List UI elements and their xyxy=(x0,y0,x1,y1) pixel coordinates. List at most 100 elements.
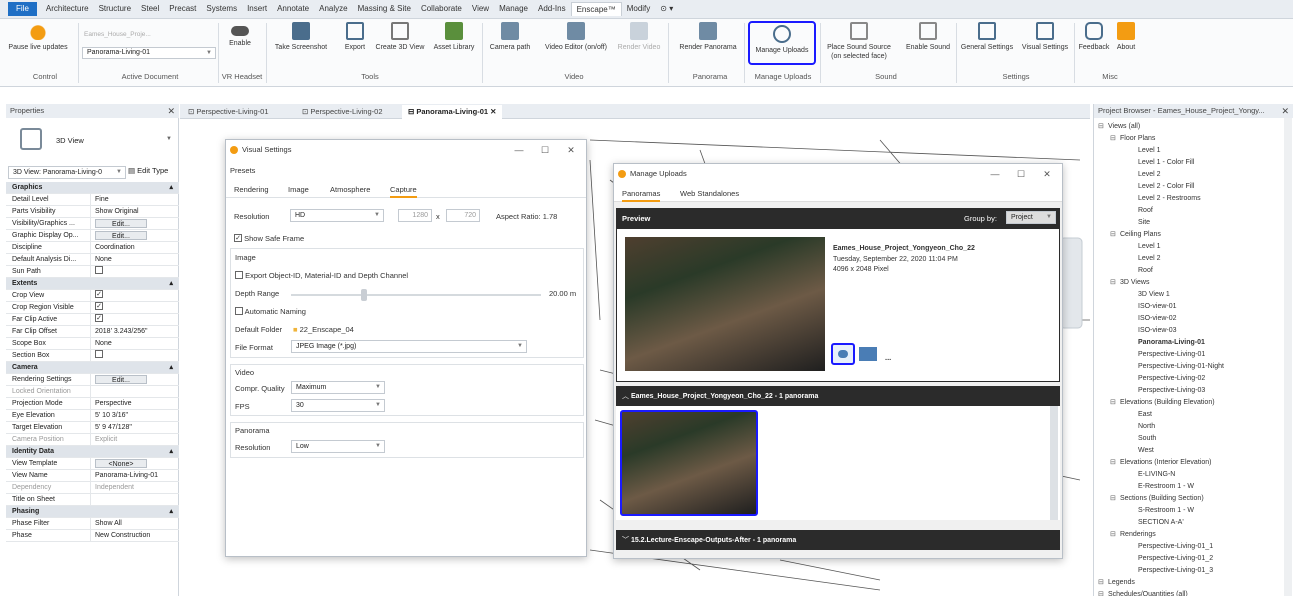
tree-node[interactable]: West xyxy=(1138,446,1154,456)
collapse-icon[interactable]: ▴ xyxy=(169,446,173,458)
tree-node[interactable]: E-LIVING-N xyxy=(1138,470,1175,480)
close-icon[interactable]: ✕ xyxy=(167,104,175,118)
property-value[interactable]: 5' 9 47/128" xyxy=(90,422,175,433)
group-header-1[interactable]: ︿ Eames_House_Project_Yongyeon_Cho_22 - … xyxy=(616,386,1060,406)
tree-node[interactable]: South xyxy=(1138,434,1156,444)
tree-node[interactable]: Perspective-Living-02 xyxy=(1138,374,1205,384)
property-value[interactable]: None xyxy=(90,338,175,349)
maximize-button[interactable]: ☐ xyxy=(1014,168,1028,180)
property-value[interactable]: Show All xyxy=(90,518,175,529)
property-value[interactable]: Show Original xyxy=(90,206,175,217)
tree-node[interactable]: E-Restroom 1 - W xyxy=(1138,482,1194,492)
checkbox-icon[interactable] xyxy=(95,266,103,275)
collapse-icon[interactable]: ▴ xyxy=(169,182,173,194)
tree-node[interactable]: Level 2 xyxy=(1138,170,1161,180)
menu-tab[interactable]: Collaborate xyxy=(416,2,467,16)
tree-node[interactable]: SECTION A-A' xyxy=(1138,518,1184,528)
property-value[interactable]: Edit... xyxy=(90,218,175,229)
tree-node[interactable]: Elevations (Building Elevation) xyxy=(1120,398,1215,408)
pano-resolution-select[interactable]: Low ▼ xyxy=(291,440,385,453)
tree-node[interactable]: Views (all) xyxy=(1108,122,1140,132)
property-value[interactable]: Independent xyxy=(90,482,175,493)
vr-enable-button[interactable]: Enable xyxy=(222,22,258,48)
menu-tab[interactable]: Modify xyxy=(622,2,656,16)
property-value[interactable]: Coordination xyxy=(90,242,175,253)
tree-node[interactable]: Ceiling Plans xyxy=(1120,230,1161,240)
tree-node[interactable]: Sections (Building Section) xyxy=(1120,494,1204,504)
show-safe-frame-checkbox[interactable]: Show Safe Frame xyxy=(234,234,304,243)
default-folder-button[interactable]: ■ 22_Enscape_04 xyxy=(293,325,354,334)
tree-toggle-icon[interactable]: ⊟ xyxy=(1098,122,1104,130)
depth-range-slider[interactable] xyxy=(291,294,541,296)
edit-button[interactable]: Edit... xyxy=(95,375,147,384)
tree-node[interactable]: Perspective-Living-01 xyxy=(1138,350,1205,360)
menu-tab[interactable]: Manage xyxy=(494,2,533,16)
close-icon[interactable]: ✕ xyxy=(490,107,496,116)
scrollbar[interactable] xyxy=(1284,118,1292,596)
property-value[interactable] xyxy=(90,290,175,301)
tree-node[interactable]: Perspective-Living-01_3 xyxy=(1138,566,1213,576)
edit-type-button[interactable]: ▤ Edit Type xyxy=(128,166,168,175)
menu-tab[interactable]: Architecture xyxy=(41,2,94,16)
feedback-button[interactable]: Feedback xyxy=(1076,22,1112,52)
tab-image[interactable]: Image xyxy=(288,185,309,194)
render-video-button[interactable]: Render Video xyxy=(616,22,662,52)
edit-button[interactable]: <None> xyxy=(95,459,147,468)
tree-node[interactable]: Legends xyxy=(1108,578,1135,588)
property-value[interactable]: Explicit xyxy=(90,434,175,445)
collapse-group-1[interactable]: ︿ Eames_House_Project_Yongyeon_Cho_22 - … xyxy=(622,391,818,401)
tab-rendering[interactable]: Rendering xyxy=(234,185,269,194)
property-value[interactable]: None xyxy=(90,254,175,265)
close-button[interactable]: ✕ xyxy=(1040,168,1054,180)
panorama-thumbnail[interactable] xyxy=(620,410,758,516)
compr-quality-select[interactable]: Maximum ▼ xyxy=(291,381,385,394)
height-input[interactable]: 720 xyxy=(446,209,480,222)
place-sound-source-button[interactable]: Place Sound Source (on selected face) xyxy=(822,22,896,61)
checkbox-checked-icon[interactable] xyxy=(95,314,103,323)
video-editor-button[interactable]: Video Editor (on/off) xyxy=(538,22,614,52)
tree-toggle-icon[interactable]: ⊟ xyxy=(1098,578,1104,586)
property-section[interactable]: Identity Data ▴ xyxy=(6,446,179,458)
menu-tab[interactable]: View xyxy=(467,2,494,16)
checkbox-icon[interactable] xyxy=(95,350,103,359)
property-value[interactable]: 2018' 3.243/256" xyxy=(90,326,175,337)
property-value[interactable]: Edit... xyxy=(90,230,175,241)
navigation-bar[interactable] xyxy=(1059,237,1083,329)
property-value[interactable]: New Construction xyxy=(90,530,175,541)
tree-node[interactable]: ISO-view-02 xyxy=(1138,314,1177,324)
create-3d-view-button[interactable]: Create 3D View xyxy=(372,22,428,52)
active-document-select[interactable]: Panorama-Living-01 ▼ xyxy=(82,47,216,59)
tree-node[interactable]: Perspective-Living-01_1 xyxy=(1138,542,1213,552)
menu-tab[interactable]: Massing & Site xyxy=(353,2,416,16)
tree-node[interactable]: Renderings xyxy=(1120,530,1156,540)
file-format-select[interactable]: JPEG Image (*.jpg) ▼ xyxy=(291,340,527,353)
menu-tab[interactable]: Systems xyxy=(201,2,242,16)
tree-node[interactable]: Perspective-Living-01-Night xyxy=(1138,362,1224,372)
tab-perspective-living-02[interactable]: ⊡ Perspective-Living-02 xyxy=(296,105,389,119)
collapse-icon[interactable]: ▴ xyxy=(169,278,173,290)
tree-toggle-icon[interactable]: ⊟ xyxy=(1098,590,1104,596)
tree-node[interactable]: S-Restroom 1 - W xyxy=(1138,506,1194,516)
tree-toggle-icon[interactable]: ⊟ xyxy=(1110,134,1116,142)
slider-handle[interactable] xyxy=(361,289,367,301)
tree-node[interactable]: ISO-view-03 xyxy=(1138,326,1177,336)
tree-node[interactable]: Elevations (Interior Elevation) xyxy=(1120,458,1211,468)
automatic-naming-checkbox[interactable]: Automatic Naming xyxy=(235,307,306,316)
collapse-icon[interactable]: ▴ xyxy=(169,362,173,374)
enable-sound-button[interactable]: Enable Sound xyxy=(902,22,954,52)
tree-node[interactable]: Site xyxy=(1138,218,1150,228)
property-value[interactable] xyxy=(90,266,175,277)
tree-node[interactable]: ISO-view-01 xyxy=(1138,302,1177,312)
more-options-button[interactable]: ... xyxy=(885,353,891,362)
property-value[interactable]: Fine xyxy=(90,194,175,205)
tab-atmosphere[interactable]: Atmosphere xyxy=(330,185,370,194)
property-value[interactable]: Panorama-Living-01 xyxy=(90,470,175,481)
tree-node[interactable]: Floor Plans xyxy=(1120,134,1155,144)
tab-perspective-living-01[interactable]: ⊡ Perspective-Living-01 xyxy=(182,105,275,119)
tree-node[interactable]: Panorama-Living-01 xyxy=(1138,338,1205,348)
property-value[interactable] xyxy=(90,314,175,325)
tree-node[interactable]: North xyxy=(1138,422,1155,432)
take-screenshot-button[interactable]: Take Screenshot xyxy=(272,22,330,52)
property-value[interactable] xyxy=(90,494,175,505)
group-header-2[interactable]: ﹀ 15.2.Lecture-Enscape-Outputs-After - 1… xyxy=(616,530,1060,550)
